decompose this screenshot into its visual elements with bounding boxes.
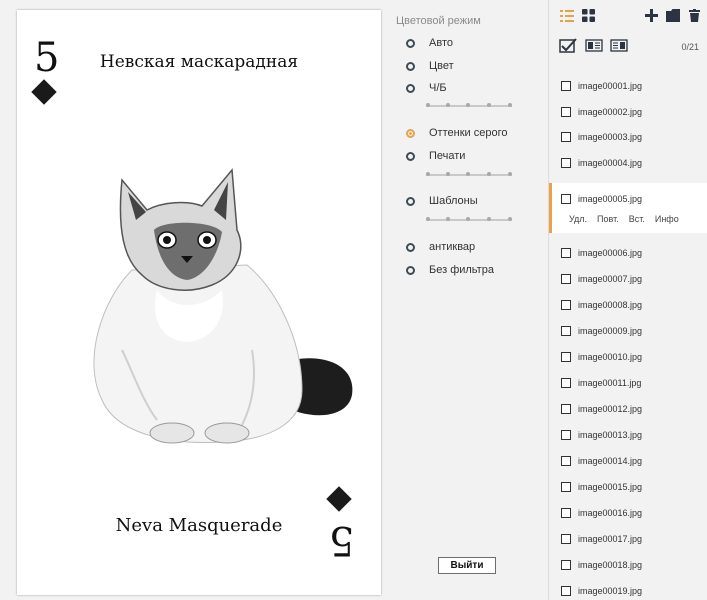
radio-no-filter[interactable]: Без фильтра: [406, 264, 494, 276]
color-mode-panel: Цветовой режим Авто Цвет Ч/Б Оттенки сер…: [386, 0, 548, 600]
checkbox-icon[interactable]: [561, 80, 571, 91]
checkbox-icon[interactable]: [561, 377, 571, 388]
playing-card: 5 Невская маскарадная 5 Neva Masquerade: [17, 10, 381, 595]
grid-view-icon[interactable]: [582, 9, 595, 22]
add-icon[interactable]: [645, 9, 658, 22]
selection-counter: 0/21: [681, 42, 699, 52]
cat-image: [93, 168, 353, 444]
file-row[interactable]: image00013.jpg: [549, 422, 707, 447]
radio-button-icon: [406, 38, 415, 48]
checkbox-icon[interactable]: [561, 299, 571, 310]
file-row[interactable]: image00018.jpg: [549, 552, 707, 577]
checkbox-icon[interactable]: [561, 455, 571, 466]
folder-icon[interactable]: [666, 9, 680, 22]
diamond-suit-icon: [31, 79, 57, 105]
radio-print[interactable]: Печати: [406, 150, 465, 162]
file-row[interactable]: image00003.jpg: [549, 124, 707, 149]
file-row[interactable]: image00015.jpg: [549, 474, 707, 499]
radio-button-icon: [406, 151, 415, 161]
move-left-icon[interactable]: [585, 39, 603, 52]
checkbox-icon[interactable]: [561, 559, 571, 570]
radio-grayscale[interactable]: Оттенки серого: [406, 127, 507, 139]
templates-slider[interactable]: [426, 217, 512, 223]
checkbox-icon[interactable]: [561, 157, 571, 168]
checkbox-icon[interactable]: [561, 106, 571, 117]
list-view-icon[interactable]: [560, 9, 574, 23]
radio-button-icon: [406, 196, 415, 206]
file-row[interactable]: image00009.jpg: [549, 318, 707, 343]
file-row[interactable]: image00017.jpg: [549, 526, 707, 551]
trash-icon[interactable]: [689, 9, 700, 22]
file-row[interactable]: image00010.jpg: [549, 344, 707, 369]
move-right-icon[interactable]: [610, 39, 628, 52]
card-title-top: Невская маскарадная: [99, 52, 299, 72]
file-row[interactable]: image00016.jpg: [549, 500, 707, 525]
info-action[interactable]: Инфо: [655, 214, 679, 224]
checkbox-icon[interactable]: [561, 131, 571, 142]
file-row[interactable]: image00004.jpg: [549, 150, 707, 175]
file-list: image00001.jpg image00002.jpg image00003…: [549, 66, 707, 600]
radio-auto[interactable]: Авто: [406, 37, 453, 49]
file-row[interactable]: image00014.jpg: [549, 448, 707, 473]
diamond-suit-icon-bottom: [326, 486, 352, 512]
checkbox-icon[interactable]: [561, 194, 571, 204]
checkbox-icon[interactable]: [561, 585, 571, 596]
selected-file-row[interactable]: image00005.jpg Удл. Повт. Вст. Инфо: [549, 183, 707, 233]
radio-button-icon: [406, 242, 415, 252]
radio-templates[interactable]: Шаблоны: [406, 195, 478, 207]
selected-file-name: image00005.jpg: [578, 194, 643, 204]
radio-bw[interactable]: Ч/Б: [406, 82, 447, 94]
delete-action[interactable]: Удл.: [569, 214, 587, 224]
checkbox-icon[interactable]: [561, 247, 571, 258]
radio-button-icon: [406, 61, 415, 71]
file-row[interactable]: image00001.jpg: [549, 73, 707, 98]
checkbox-icon[interactable]: [561, 429, 571, 440]
file-row[interactable]: image00011.jpg: [549, 370, 707, 395]
radio-button-icon: [406, 265, 415, 275]
preview-area: 5 Невская маскарадная 5 Neva Masquerade: [0, 0, 386, 600]
file-row[interactable]: image00006.jpg: [549, 240, 707, 265]
file-row[interactable]: image00002.jpg: [549, 99, 707, 124]
card-title-bottom: Neva Masquerade: [115, 515, 283, 536]
select-all-icon[interactable]: [559, 38, 577, 53]
bw-slider[interactable]: [426, 103, 512, 109]
radio-color[interactable]: Цвет: [406, 60, 454, 72]
rotate-action[interactable]: Повт.: [597, 214, 619, 224]
checkbox-icon[interactable]: [561, 273, 571, 284]
file-row[interactable]: image00007.jpg: [549, 266, 707, 291]
checkbox-icon[interactable]: [561, 533, 571, 544]
radio-button-selected-icon: [406, 128, 415, 138]
exit-button[interactable]: Выйти: [438, 557, 496, 574]
print-slider[interactable]: [426, 172, 512, 178]
checkbox-icon[interactable]: [561, 351, 571, 362]
radio-antique[interactable]: антиквар: [406, 241, 475, 253]
insert-action[interactable]: Вст.: [629, 214, 645, 224]
file-row[interactable]: image00012.jpg: [549, 396, 707, 421]
radio-button-icon: [406, 83, 415, 93]
checkbox-icon[interactable]: [561, 403, 571, 414]
file-row[interactable]: image00019.jpg: [549, 578, 707, 600]
checkbox-icon[interactable]: [561, 325, 571, 336]
checkbox-icon[interactable]: [561, 507, 571, 518]
color-mode-title: Цветовой режим: [396, 15, 481, 27]
checkbox-icon[interactable]: [561, 481, 571, 492]
file-row[interactable]: image00008.jpg: [549, 292, 707, 317]
file-list-panel: 0/21 image00001.jpg image00002.jpg image…: [548, 0, 707, 600]
